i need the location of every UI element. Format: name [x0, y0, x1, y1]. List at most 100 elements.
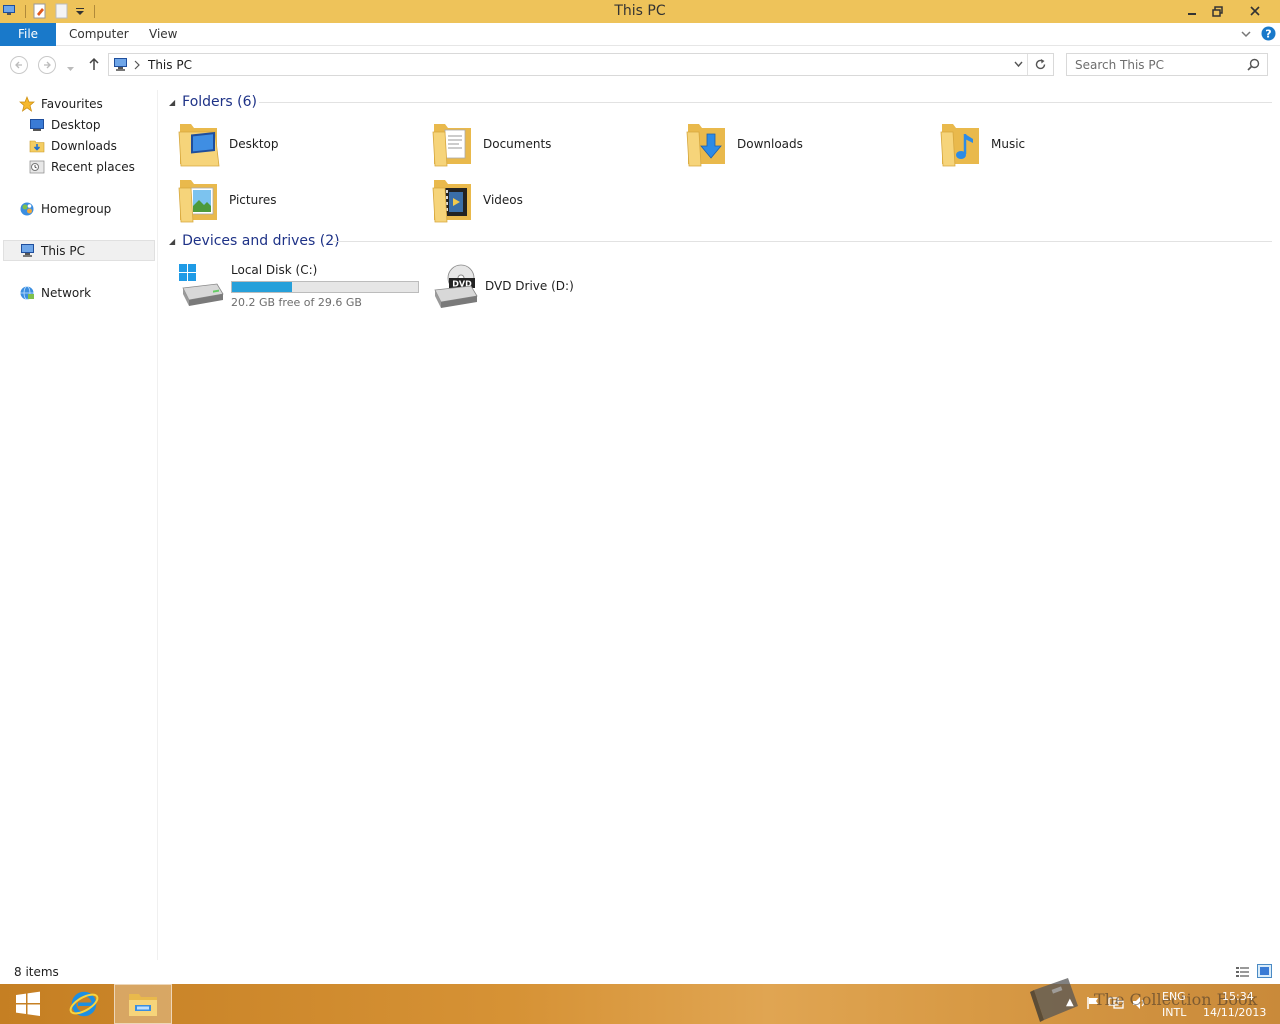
file-explorer-button[interactable]: [114, 984, 172, 1024]
address-row: This PC Search This PC: [0, 47, 1280, 83]
recent-locations-icon[interactable]: [66, 61, 75, 75]
show-hidden-icons-icon[interactable]: ▲: [1066, 997, 1074, 1008]
group-divider: [259, 102, 1272, 103]
music-folder-icon: [939, 120, 983, 168]
nav-item-homegroup[interactable]: Homegroup: [19, 198, 111, 219]
breadcrumb-this-pc[interactable]: This PC: [148, 58, 192, 72]
expand-ribbon-icon[interactable]: [1240, 28, 1252, 43]
nav-item-label: Recent places: [51, 159, 135, 174]
nav-item-label: Downloads: [51, 138, 117, 153]
nav-item-label: Homegroup: [41, 201, 112, 216]
downloads-folder-icon: [685, 120, 729, 168]
drive-usage-bar: [231, 281, 419, 293]
folder-label: Music: [991, 137, 1026, 151]
desktop-folder-icon: [177, 120, 221, 168]
drive-dvd-d[interactable]: DVD DVD Drive (D:): [431, 258, 574, 314]
navigation-pane: Favourites Desktop Downloads Recent plac…: [0, 90, 158, 960]
internet-explorer-icon: [69, 991, 99, 1017]
drive-label: DVD Drive (D:): [485, 279, 574, 293]
folder-music[interactable]: Music: [939, 117, 1189, 171]
ribbon: File Computer View ?: [0, 23, 1280, 46]
status-bar: 8 items: [0, 962, 1280, 984]
address-dropdown-icon[interactable]: [1013, 59, 1024, 73]
start-button[interactable]: [0, 984, 56, 1024]
nav-item-downloads[interactable]: Downloads: [29, 135, 117, 156]
search-placeholder: Search This PC: [1075, 58, 1164, 72]
taskbar: ▲ The Collection Book ENG INTL 15:34 14/…: [0, 978, 1280, 1024]
details-view-icon[interactable]: [1235, 965, 1250, 981]
minimize-button[interactable]: [1178, 0, 1205, 22]
nav-item-label: Desktop: [51, 117, 101, 132]
recent-places-icon: [29, 159, 45, 175]
folder-desktop[interactable]: Desktop: [177, 117, 427, 171]
nav-item-recent-places[interactable]: Recent places: [29, 156, 135, 177]
network-icon: [19, 285, 35, 301]
clock-time[interactable]: 15:34: [1222, 990, 1254, 1003]
desktop-icon: [29, 117, 45, 133]
refresh-icon[interactable]: [1034, 58, 1047, 74]
tab-computer[interactable]: Computer: [56, 23, 142, 46]
internet-explorer-button[interactable]: [56, 984, 112, 1024]
drive-info: Local Disk (C:) 20.2 GB free of 29.6 GB: [231, 263, 419, 309]
collapse-triangle-icon[interactable]: ◢: [169, 237, 175, 246]
folder-videos[interactable]: Videos: [431, 173, 681, 227]
folder-downloads[interactable]: Downloads: [685, 117, 935, 171]
content-pane: ◢ Folders (6) Desktop Documents Download…: [159, 90, 1280, 960]
title-bar: This PC: [0, 0, 1280, 23]
devices-group-header[interactable]: ◢ Devices and drives (2): [169, 230, 340, 252]
documents-folder-icon: [431, 120, 475, 168]
this-pc-icon: [19, 243, 35, 259]
restore-button[interactable]: [1204, 0, 1231, 22]
breadcrumb-chevron-icon[interactable]: [134, 59, 140, 73]
nav-item-network[interactable]: Network: [19, 282, 91, 303]
this-pc-icon: [112, 57, 128, 75]
local-disk-icon: [177, 262, 225, 310]
tab-view[interactable]: View: [136, 23, 190, 46]
homegroup-icon: [19, 201, 35, 217]
nav-item-desktop[interactable]: Desktop: [29, 114, 101, 135]
forward-button[interactable]: [38, 56, 56, 74]
dvd-drive-icon: DVD: [431, 262, 479, 310]
search-box[interactable]: Search This PC: [1066, 53, 1268, 76]
folder-label: Documents: [483, 137, 552, 151]
folders-group-header[interactable]: ◢ Folders (6): [169, 91, 257, 113]
up-button[interactable]: [87, 57, 101, 74]
nav-item-label: Network: [41, 285, 92, 300]
devices-group-title: Devices and drives (2): [182, 233, 340, 249]
search-icon[interactable]: [1247, 58, 1260, 74]
nav-item-label: This PC: [41, 243, 85, 258]
nav-item-favourites[interactable]: Favourites: [19, 93, 103, 114]
close-button[interactable]: [1240, 0, 1270, 22]
address-bar[interactable]: This PC: [108, 53, 1054, 76]
videos-folder-icon: [431, 176, 475, 224]
large-icons-view-icon[interactable]: [1257, 964, 1272, 981]
folder-label: Downloads: [737, 137, 803, 151]
drive-label: Local Disk (C:): [231, 263, 318, 277]
nav-item-this-pc[interactable]: This PC: [19, 240, 85, 261]
windows-logo-icon: [16, 991, 40, 1016]
downloads-folder-icon: [29, 138, 45, 154]
folder-label: Pictures: [229, 193, 277, 207]
drive-usage-fill: [232, 282, 292, 292]
drive-local-disk-c[interactable]: Local Disk (C:) 20.2 GB free of 29.6 GB: [177, 258, 419, 314]
keyboard-layout[interactable]: INTL: [1162, 1006, 1186, 1019]
file-explorer-icon: [129, 994, 157, 1016]
help-icon[interactable]: ?: [1261, 26, 1276, 44]
folder-label: Desktop: [229, 137, 279, 151]
pictures-folder-icon: [177, 176, 221, 224]
folders-group-title: Folders (6): [182, 94, 257, 110]
item-count: 8 items: [14, 965, 59, 979]
language-code[interactable]: ENG: [1162, 990, 1186, 1003]
nav-item-label: Favourites: [41, 96, 103, 111]
folder-documents[interactable]: Documents: [431, 117, 681, 171]
collapse-triangle-icon[interactable]: ◢: [169, 98, 175, 107]
back-button[interactable]: [10, 56, 28, 74]
folder-label: Videos: [483, 193, 523, 207]
folder-pictures[interactable]: Pictures: [177, 173, 427, 227]
svg-text:?: ?: [1265, 28, 1271, 41]
drive-free-space: 20.2 GB free of 29.6 GB: [231, 296, 362, 309]
window-title: This PC: [614, 3, 666, 19]
clock-date[interactable]: 14/11/2013: [1203, 1006, 1266, 1019]
group-divider: [333, 241, 1272, 242]
tab-file[interactable]: File: [0, 23, 56, 46]
